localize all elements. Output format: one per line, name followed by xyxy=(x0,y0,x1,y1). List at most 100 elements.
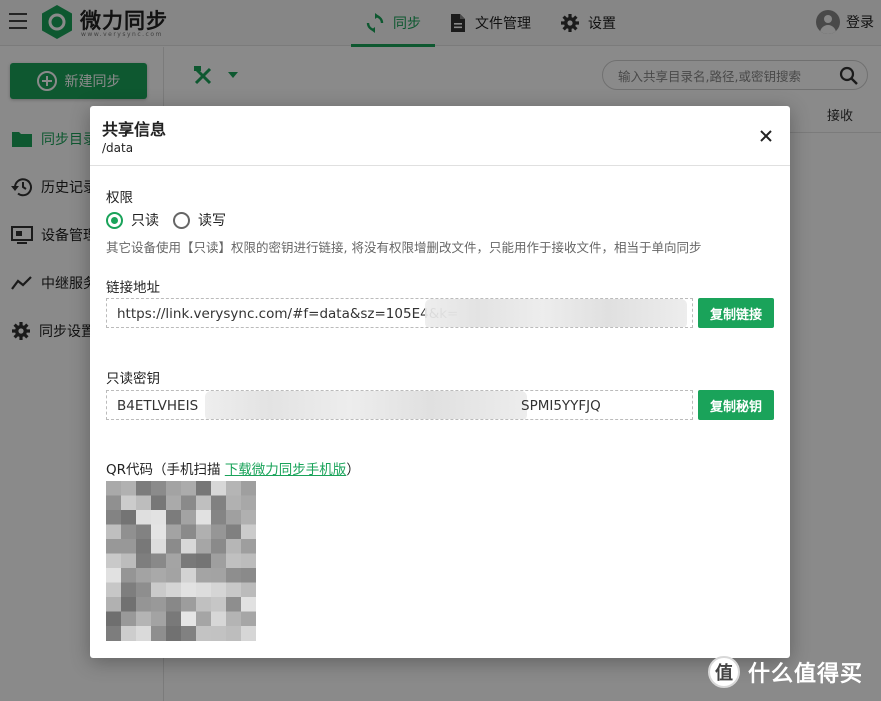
qr-pixel xyxy=(226,539,242,554)
qr-pixel xyxy=(166,481,182,496)
qr-pixel xyxy=(196,553,212,569)
key-field[interactable] xyxy=(106,390,693,420)
qr-pixel xyxy=(196,568,212,583)
qr-pixel xyxy=(241,597,256,612)
dialog-header: 共享信息 /data xyxy=(90,106,790,166)
qr-pixel xyxy=(106,568,122,583)
qr-pixel xyxy=(166,568,182,583)
qr-pixel xyxy=(241,626,256,641)
qr-pixel xyxy=(241,524,256,540)
qr-pixel xyxy=(121,539,137,554)
key-input-end[interactable] xyxy=(521,396,681,416)
qr-pixel xyxy=(241,611,256,627)
qr-pixel xyxy=(181,481,197,496)
qr-pixel xyxy=(196,510,212,525)
qr-pixel xyxy=(226,568,242,583)
qr-pixel xyxy=(196,582,212,598)
qr-pixel xyxy=(211,611,227,627)
qr-pixel xyxy=(226,524,242,540)
qr-pixel xyxy=(226,481,242,496)
qr-pixel xyxy=(151,611,167,627)
radio-read-write[interactable]: 读写 xyxy=(173,210,226,230)
qr-pixel xyxy=(211,582,227,598)
qr-pixel xyxy=(136,481,152,496)
qr-pixel xyxy=(136,568,152,583)
qr-pixel xyxy=(181,553,197,569)
qr-code-image xyxy=(106,481,256,641)
qr-pixel xyxy=(226,626,242,641)
qr-pixel xyxy=(121,611,137,627)
link-label: 链接地址 xyxy=(106,280,160,296)
qr-pixel xyxy=(121,510,137,525)
qr-pixel xyxy=(106,611,122,627)
permission-hint: 其它设备使用【只读】权限的密钥进行链接, 将没有权限增删改文件，只能用作于接收文… xyxy=(106,240,702,255)
qr-pixel xyxy=(196,495,212,511)
qr-pixel xyxy=(136,597,152,612)
qr-pixel xyxy=(166,611,182,627)
qr-pixel xyxy=(241,582,256,598)
qr-pixel xyxy=(121,582,137,598)
key-input-start[interactable] xyxy=(117,396,217,416)
qr-pixel xyxy=(181,611,197,627)
qr-pixel xyxy=(121,524,137,540)
qr-pixel xyxy=(181,568,197,583)
qr-pixel xyxy=(121,495,137,511)
radio-label: 只读 xyxy=(131,213,159,229)
qr-pixel xyxy=(136,539,152,554)
qr-pixel xyxy=(241,481,256,496)
qr-pixel xyxy=(136,553,152,569)
qr-pixel xyxy=(106,539,122,554)
qr-pixel xyxy=(151,568,167,583)
permission-radio-group: 只读 读写 xyxy=(106,210,240,230)
radio-read-only[interactable]: 只读 xyxy=(106,210,159,230)
qr-pixel xyxy=(241,539,256,554)
qr-pixel xyxy=(106,626,122,641)
qr-pixel xyxy=(226,597,242,612)
qr-pixel xyxy=(166,524,182,540)
qr-pixel xyxy=(166,495,182,511)
qr-pixel xyxy=(166,539,182,554)
qr-pixel xyxy=(106,481,122,496)
qr-pixel xyxy=(136,524,152,540)
qr-pixel xyxy=(151,626,167,641)
share-info-dialog: 共享信息 /data 权限 只读 读写 其它设备使用【只读】权限的密钥进行链接,… xyxy=(90,106,790,658)
qr-pixel xyxy=(196,611,212,627)
qr-pixel xyxy=(181,510,197,525)
copy-key-button[interactable]: 复制秘钥 xyxy=(698,390,774,420)
qr-pixel xyxy=(196,481,212,496)
dialog-title: 共享信息 xyxy=(102,120,167,139)
permission-label: 权限 xyxy=(106,190,133,206)
link-field[interactable] xyxy=(106,298,693,328)
qr-pixel xyxy=(136,626,152,641)
qr-pixel xyxy=(226,582,242,598)
close-button[interactable] xyxy=(754,124,778,148)
qr-pixel xyxy=(196,597,212,612)
qr-pixel xyxy=(136,582,152,598)
qr-pixel xyxy=(211,626,227,641)
copy-link-button[interactable]: 复制链接 xyxy=(698,298,774,328)
qr-pixel xyxy=(106,582,122,598)
qr-pixel xyxy=(196,539,212,554)
qr-pixel xyxy=(136,495,152,511)
redaction-blur xyxy=(425,299,687,327)
qr-pixel xyxy=(106,495,122,511)
qr-pixel xyxy=(196,626,212,641)
qr-pixel xyxy=(166,582,182,598)
qr-pixel xyxy=(151,539,167,554)
qr-pixel xyxy=(241,510,256,525)
watermark-badge: 值 xyxy=(708,656,740,688)
qr-pixel xyxy=(166,626,182,641)
qr-pixel xyxy=(211,524,227,540)
qr-pixel xyxy=(166,510,182,525)
qr-pixel xyxy=(121,568,137,583)
qr-pixel xyxy=(166,597,182,612)
download-mobile-link[interactable]: 下载微力同步手机版 xyxy=(225,462,347,478)
qr-pixel xyxy=(121,553,137,569)
qr-pixel xyxy=(241,553,256,569)
qr-pixel xyxy=(151,524,167,540)
close-icon xyxy=(760,130,772,142)
qr-pixel xyxy=(136,611,152,627)
qr-pixel xyxy=(226,495,242,511)
radio-unchecked-icon xyxy=(173,211,190,229)
watermark-text: 什么值得买 xyxy=(748,662,864,687)
